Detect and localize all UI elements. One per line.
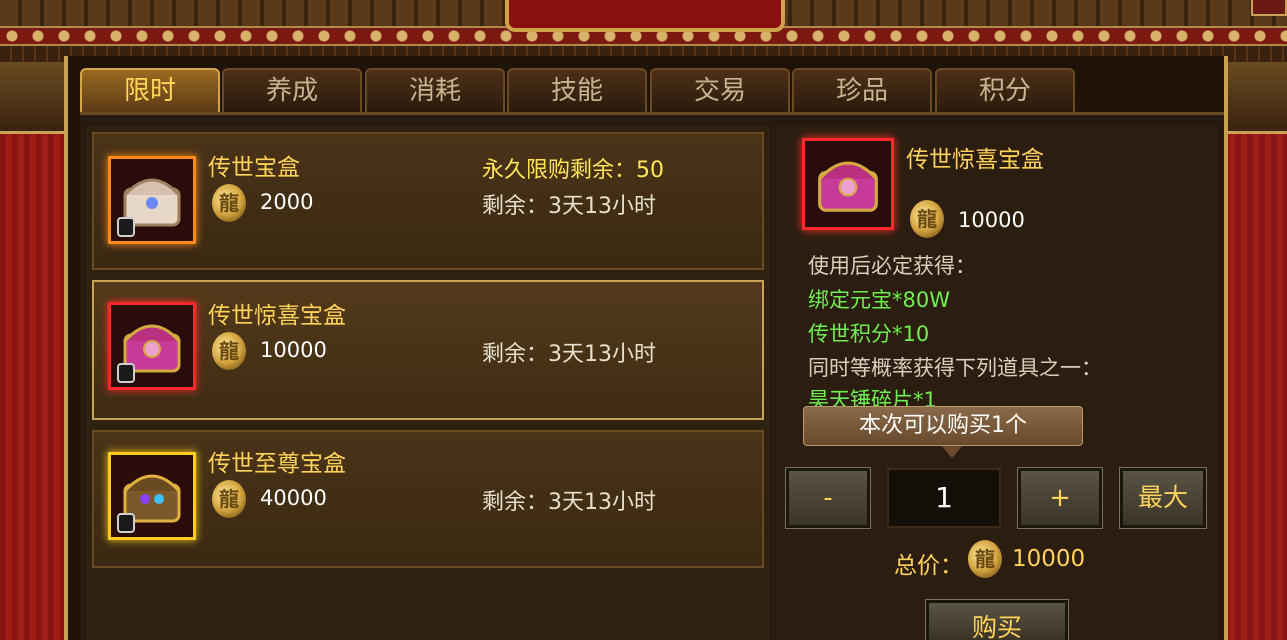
gold-dragon-coin-icon: 龍 [212,332,246,370]
purchase-tooltip: 本次可以购买1个 [803,406,1083,446]
item-price: 2000 [260,190,314,214]
tab-consumables[interactable]: 消耗 [365,68,505,112]
tab-treasures[interactable]: 珍品 [792,68,932,112]
quantity-input[interactable]: 1 [887,468,1001,528]
item-price: 10000 [260,338,327,362]
chest-graphic [818,161,878,212]
tab-limited[interactable]: 限时 [80,68,220,112]
detail-description-line: 同时等概率获得下列道具之一： [808,356,1102,380]
item-name: 传世至尊宝盒 [208,451,346,477]
time-remaining: 剩余：3天13小时 [482,490,656,515]
treasure-chest-icon [802,138,894,230]
tab-growth[interactable]: 养成 [222,68,362,112]
treasure-chest-icon [108,452,196,540]
lock-icon [117,513,135,533]
detail-item-name: 传世惊喜宝盒 [906,147,1044,173]
gold-dragon-coin-icon: 龍 [212,184,246,222]
treasure-chest-icon [108,156,196,244]
detail-item-price: 10000 [958,208,1025,232]
detail-description-line: 使用后必定获得： [808,254,976,278]
increase-quantity-button[interactable]: + [1017,467,1103,529]
title-plaque [505,0,785,32]
buy-button[interactable]: 购买 [925,599,1069,640]
time-remaining: 剩余：3天13小时 [482,342,656,367]
item-price: 40000 [260,486,327,510]
left-pillar [0,62,66,640]
max-quantity-button[interactable]: 最大 [1119,467,1207,529]
total-price-value: 10000 [1012,546,1086,572]
time-remaining: 剩余：3天13小时 [482,194,656,219]
item-name: 传世宝盒 [208,155,300,181]
item-name: 传世惊喜宝盒 [208,303,346,329]
gold-dragon-coin-icon: 龍 [910,200,944,238]
decrease-quantity-button[interactable]: - [785,467,871,529]
lock-icon [117,217,135,237]
lock-icon [117,363,135,383]
total-price-label: 总价： [894,553,963,579]
gold-dragon-coin-icon: 龍 [968,540,1002,578]
detail-reward-line: 传世积分*10 [808,322,930,346]
purchase-limit: 永久限购剩余：50 [482,158,664,183]
right-pillar [1221,62,1287,640]
tooltip-arrow [942,446,962,458]
detail-reward-line: 绑定元宝*80W [808,288,950,312]
tab-skills[interactable]: 技能 [507,68,647,112]
close-button[interactable] [1251,0,1287,16]
tab-points[interactable]: 积分 [935,68,1075,112]
pillar-cap [1221,62,1287,134]
tab-trade[interactable]: 交易 [650,68,790,112]
pillar-cap [0,62,66,134]
treasure-chest-icon [108,302,196,390]
gold-dragon-coin-icon: 龍 [212,480,246,518]
